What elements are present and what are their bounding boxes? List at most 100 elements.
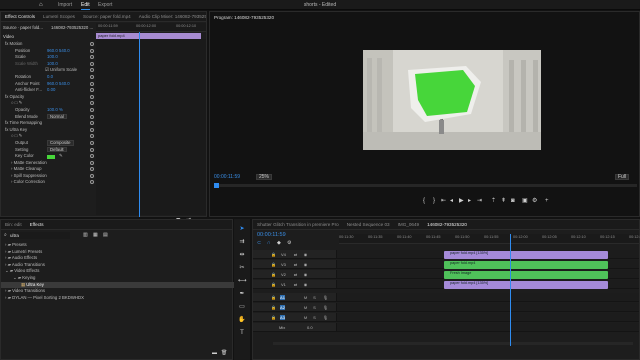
delete-icon[interactable]: 🗑 (221, 350, 227, 356)
yuv-filter-icon[interactable]: ▤ (103, 232, 108, 238)
eyedropper-icon[interactable]: ✎ (59, 153, 63, 160)
reset-icon[interactable] (90, 61, 94, 66)
lock-icon[interactable]: 🔒 (271, 295, 276, 300)
reset-icon[interactable] (90, 101, 94, 106)
go-to-in-icon[interactable]: ⇤ (441, 198, 446, 204)
effects-tree-item[interactable]: › ▰ Audio Effects (1, 255, 234, 262)
timeline-clip[interactable]: Fresh Image (444, 270, 608, 279)
tab-sequence-active[interactable]: 146082-793525320 (423, 220, 471, 229)
mute-button[interactable]: M (303, 305, 308, 310)
video-track[interactable]: 🔒 V4 ⇄ ◉ paper fold.mp4 [135%] (253, 250, 639, 259)
reset-icon[interactable] (90, 154, 94, 159)
step-forward-icon[interactable]: ▸ (468, 198, 471, 204)
microphone-icon[interactable]: 🎙 (323, 295, 328, 300)
effect-keyframe-area[interactable] (96, 39, 206, 215)
effects-tree-item[interactable]: ▦ Ultra Key (1, 281, 234, 289)
eye-icon[interactable]: ◉ (303, 272, 308, 277)
timeline-clip[interactable]: paper fold.mp4 [135%] (444, 250, 608, 259)
effect-property-row[interactable]: fx Motion (1, 41, 96, 48)
mute-button[interactable]: M (303, 295, 308, 300)
pen-tool-icon[interactable]: ✒ (238, 290, 246, 298)
effect-property-value[interactable]: 960.0 540.0 (47, 81, 70, 88)
track-select-tool-icon[interactable]: ⇉ (238, 238, 246, 246)
mix-track[interactable]: Mix 0.0 (253, 323, 639, 332)
eye-icon[interactable]: ◉ (303, 252, 308, 257)
effect-playhead[interactable] (139, 32, 140, 217)
source-clip-selector[interactable]: Source ∙ paper fold... (3, 25, 43, 30)
slip-tool-icon[interactable]: ⟷ (238, 277, 247, 285)
video-track[interactable]: 🔒 V3 ⇄ ◉ paper fold.mp4 (253, 260, 639, 269)
effect-property-row[interactable]: ☑ Uniform Scale (1, 67, 96, 74)
play-icon[interactable]: ▶ (459, 198, 464, 204)
sync-lock-icon[interactable]: ⇄ (293, 272, 298, 277)
reset-icon[interactable] (90, 121, 94, 126)
effect-property-row[interactable]: › Matte Cleanup (1, 166, 96, 173)
new-bin-icon[interactable]: ▬ (212, 350, 217, 356)
step-back-icon[interactable]: ◂ (450, 198, 453, 204)
lock-icon[interactable]: 🔒 (271, 282, 276, 287)
effect-property-value[interactable]: 0.0 (47, 74, 53, 81)
lock-icon[interactable]: 🔒 (271, 315, 276, 320)
effect-property-row[interactable]: › Matte Generation (1, 160, 96, 167)
effect-property-dropdown[interactable]: Normal (47, 113, 67, 120)
effect-property-row[interactable]: Opacity 100.0 % (1, 107, 96, 114)
reset-icon[interactable] (90, 147, 94, 152)
timeline-scrollbar[interactable] (273, 342, 633, 345)
accelerated-filter-icon[interactable]: ▥ (83, 232, 88, 238)
effects-tree-item[interactable]: ⌄ ▰ Keying (1, 275, 234, 282)
effect-property-row[interactable]: Anti-flicker F... 0.00 (1, 87, 96, 94)
effect-property-row[interactable]: Scale 100.0 (1, 54, 96, 61)
effects-tree-item[interactable]: › ▰ Audio Transitions (1, 262, 234, 269)
effect-property-row[interactable]: › Color Correction (1, 179, 96, 186)
effect-property-row[interactable]: Scale Width 100.0 (1, 61, 96, 68)
timeline-timecode[interactable]: 00:00:11:59 (257, 232, 286, 238)
reset-icon[interactable] (90, 107, 94, 112)
effect-property-row[interactable]: Blend Mode Normal (1, 113, 96, 121)
reset-icon[interactable] (90, 167, 94, 172)
effect-property-value[interactable]: 100.0 (47, 61, 58, 68)
extract-icon[interactable]: ⇞ (501, 198, 506, 204)
reset-icon[interactable] (90, 48, 94, 53)
tab-effects[interactable]: Effects (26, 220, 48, 229)
effect-property-row[interactable]: fx Time Remapping (1, 120, 96, 127)
tab-sequence[interactable]: IMG_0649 (394, 220, 423, 229)
effect-property-row[interactable]: Anchor Point 960.0 540.0 (1, 81, 96, 88)
ripple-edit-tool-icon[interactable]: ⇹ (238, 251, 246, 259)
program-video-frame[interactable] (363, 50, 541, 150)
effects-tree-item[interactable]: › ▰ DYLAN — Pixel Sorting 2 BKDWHDX (1, 295, 234, 302)
sync-lock-icon[interactable]: ⇄ (293, 262, 298, 267)
lock-icon[interactable]: 🔒 (271, 252, 276, 257)
effect-property-dropdown[interactable]: Default (47, 146, 67, 153)
reset-icon[interactable] (90, 140, 94, 145)
audio-track[interactable]: 🔒 A3 M S 🎙 (253, 313, 639, 322)
track-name[interactable]: A1 (280, 295, 285, 300)
tab-effect-controls[interactable]: Effect Controls (1, 12, 39, 21)
add-button-icon[interactable]: + (545, 198, 549, 204)
effect-timeline-ruler[interactable]: 00:00:11:59 00:00:12:00 00:00:12:10 (96, 23, 206, 32)
audio-track[interactable]: 🔒 A1 M S 🎙 (253, 293, 639, 302)
lift-icon[interactable]: ⇡ (491, 198, 496, 204)
effect-property-row[interactable]: › Spill Suppression (1, 173, 96, 180)
effect-property-dropdown[interactable]: Composite (47, 139, 74, 146)
mark-in-icon[interactable]: { (423, 198, 425, 204)
add-marker-icon[interactable]: ◆ (277, 240, 281, 246)
32bit-filter-icon[interactable]: ▦ (93, 232, 98, 238)
effects-tree-item[interactable]: › ▰ Lumetri Presets (1, 249, 234, 256)
timeline-clip[interactable]: paper fold.mp4 (444, 260, 608, 269)
reset-icon[interactable] (90, 42, 94, 46)
effect-property-row[interactable]: ○ □ ✎ (1, 133, 96, 140)
go-to-out-icon[interactable]: ⇥ (477, 198, 482, 204)
effect-property-value[interactable]: 100.0 (47, 54, 58, 61)
video-track[interactable]: 🔒 V2 ⇄ ◉ Fresh Image (253, 270, 639, 279)
lock-icon[interactable]: 🔒 (271, 272, 276, 277)
tab-sequence[interactable]: Shutter Glitch Transition in premiere Pr… (253, 220, 343, 229)
tab-source[interactable]: Source: paper fold.mp4 (79, 12, 135, 21)
quality-select[interactable]: Full (615, 174, 630, 180)
mark-out-icon[interactable]: } (433, 198, 435, 204)
eye-icon[interactable]: ◉ (303, 282, 308, 287)
effects-search-input[interactable] (10, 232, 70, 239)
effect-property-row[interactable]: Position 960.0 540.0 (1, 48, 96, 55)
timeline-ruler[interactable]: 00:11:30 00:11:35 00:11:40 00:11:45 00:11:50… (339, 234, 640, 244)
reset-icon[interactable] (90, 127, 94, 132)
effects-tree-item[interactable]: ⌄ ▰ Video Effects (1, 268, 234, 275)
